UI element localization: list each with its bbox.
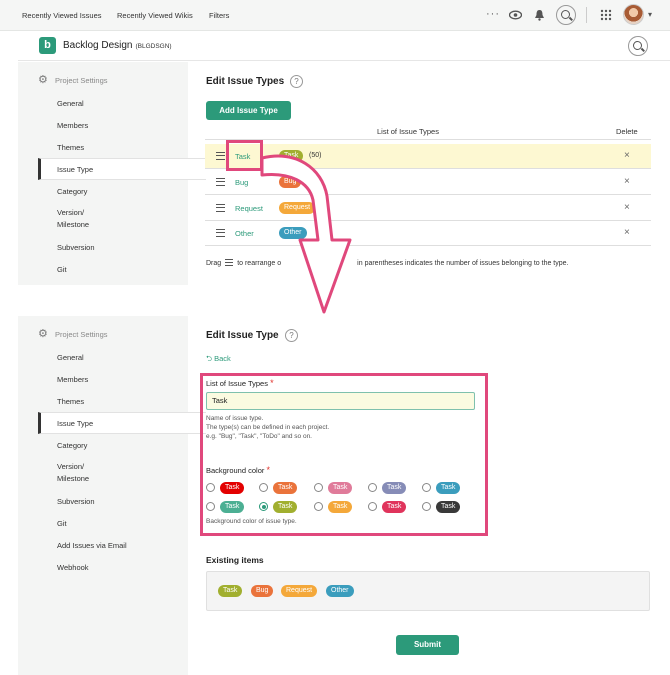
recently-viewed-issues-link[interactable]: Recently Viewed Issues (22, 11, 102, 20)
project-search-icon[interactable] (628, 36, 648, 56)
drag-handle-icon[interactable] (216, 152, 225, 160)
table-row[interactable]: Task Task (50) × (205, 144, 651, 169)
issue-type-name[interactable]: Bug (235, 178, 248, 187)
existing-item-badge: Other (326, 585, 354, 597)
avatar[interactable] (623, 4, 644, 25)
table-row[interactable]: Other Other × (205, 221, 651, 246)
existing-items-box: Task Bug Request Other (206, 571, 650, 611)
settings-sidebar-1: ⚙ Project Settings General Members Theme… (18, 62, 206, 285)
issue-type-name[interactable]: Request (235, 204, 263, 213)
sidebar-item-git[interactable]: Git (57, 265, 67, 275)
existing-item-badge: Bug (251, 585, 274, 597)
table-row[interactable]: Bug Bug × (205, 170, 651, 195)
drag-handle-icon[interactable] (216, 204, 225, 212)
edit-title: Edit Issue Type (206, 330, 279, 341)
add-issue-type-button[interactable]: Add Issue Type (206, 101, 291, 120)
drag-handle-icon[interactable] (216, 178, 225, 186)
column-header-delete: Delete (616, 127, 638, 136)
issue-type-badge: Task (279, 150, 304, 162)
sidebar-title: Project Settings (55, 76, 108, 85)
sidebar-item-general[interactable]: General (57, 99, 84, 109)
apps-icon[interactable] (600, 9, 612, 21)
bell-icon[interactable] (534, 9, 545, 21)
global-nav-bar: Recently Viewed Issues Recently Viewed W… (0, 0, 670, 31)
project-title[interactable]: Backlog Design (BLGDSGN) (63, 40, 172, 51)
existing-item-badge: Task (218, 585, 243, 597)
nav-divider (586, 7, 587, 23)
filters-link[interactable]: Filters (209, 11, 229, 20)
delete-icon[interactable]: × (624, 150, 630, 161)
drag-handle-icon[interactable] (216, 229, 225, 237)
sidebar-item-members[interactable]: Members (57, 375, 88, 385)
delete-icon[interactable]: × (624, 176, 630, 187)
existing-item-badge: Request (281, 585, 318, 597)
issue-count: (50) (309, 152, 322, 159)
drag-instruction: Drag to rearrange o in parentheses indicat… (206, 259, 569, 267)
sidebar-item-subversion[interactable]: Subversion (57, 497, 95, 507)
sidebar-item-version[interactable]: Version/ (57, 462, 84, 472)
eye-icon[interactable] (509, 10, 522, 20)
existing-items-title: Existing items (206, 555, 264, 565)
table-divider (205, 139, 651, 140)
help-icon[interactable]: ? (285, 329, 298, 342)
sidebar-item-version[interactable]: Version/ (57, 208, 84, 218)
project-logo[interactable]: b (39, 37, 56, 54)
submit-button[interactable]: Submit (396, 635, 459, 655)
page-title: Edit Issue Types (206, 76, 285, 87)
project-header: b Backlog Design (BLGDSGN) (18, 31, 670, 61)
issue-type-badge: Other (279, 227, 307, 239)
sidebar-item-themes[interactable]: Themes (57, 143, 84, 153)
chevron-down-icon[interactable]: ▾ (648, 10, 652, 19)
issue-type-badge: Bug (279, 176, 302, 188)
issue-type-badge: Request (279, 202, 316, 214)
sidebar-item-general[interactable]: General (57, 353, 84, 363)
sidebar-item-issue-type-label[interactable]: Issue Type (57, 419, 93, 429)
sidebar-item-webhook[interactable]: Webhook (57, 563, 89, 573)
sidebar-item-issue-type-label[interactable]: Issue Type (57, 165, 93, 175)
sidebar-item-milestone[interactable]: Milestone (57, 220, 89, 230)
recently-viewed-wikis-link[interactable]: Recently Viewed Wikis (117, 11, 193, 20)
back-arrow-icon: ⮌ (206, 354, 215, 363)
highlight-box-task (226, 140, 263, 171)
sidebar-item-category[interactable]: Category (57, 441, 87, 451)
settings-sidebar-2: ⚙ Project Settings General Members Theme… (18, 316, 206, 675)
column-header-list: List of Issue Types (377, 127, 439, 136)
delete-icon[interactable]: × (624, 202, 630, 213)
sidebar-item-themes[interactable]: Themes (57, 397, 84, 407)
table-row[interactable]: Request Request × (205, 196, 651, 221)
highlight-box-form (200, 373, 488, 536)
issue-type-name[interactable]: Other (235, 229, 254, 238)
drag-handle-icon (225, 259, 234, 266)
sidebar-item-subversion[interactable]: Subversion (57, 243, 95, 253)
delete-icon[interactable]: × (624, 227, 630, 238)
sidebar-item-add-issues-via-email[interactable]: Add Issues via Email (57, 541, 127, 551)
sidebar-item-git[interactable]: Git (57, 519, 67, 529)
sidebar-item-members[interactable]: Members (57, 121, 88, 131)
search-icon[interactable] (556, 5, 576, 25)
project-key: (BLGDSGN) (135, 43, 172, 50)
sidebar-item-category[interactable]: Category (57, 187, 87, 197)
sidebar-title: Project Settings (55, 330, 108, 339)
sidebar-item-milestone[interactable]: Milestone (57, 474, 89, 484)
back-link[interactable]: ⮌ Back (206, 353, 231, 366)
more-icon[interactable]: ··· (486, 7, 500, 21)
help-icon[interactable]: ? (290, 75, 303, 88)
